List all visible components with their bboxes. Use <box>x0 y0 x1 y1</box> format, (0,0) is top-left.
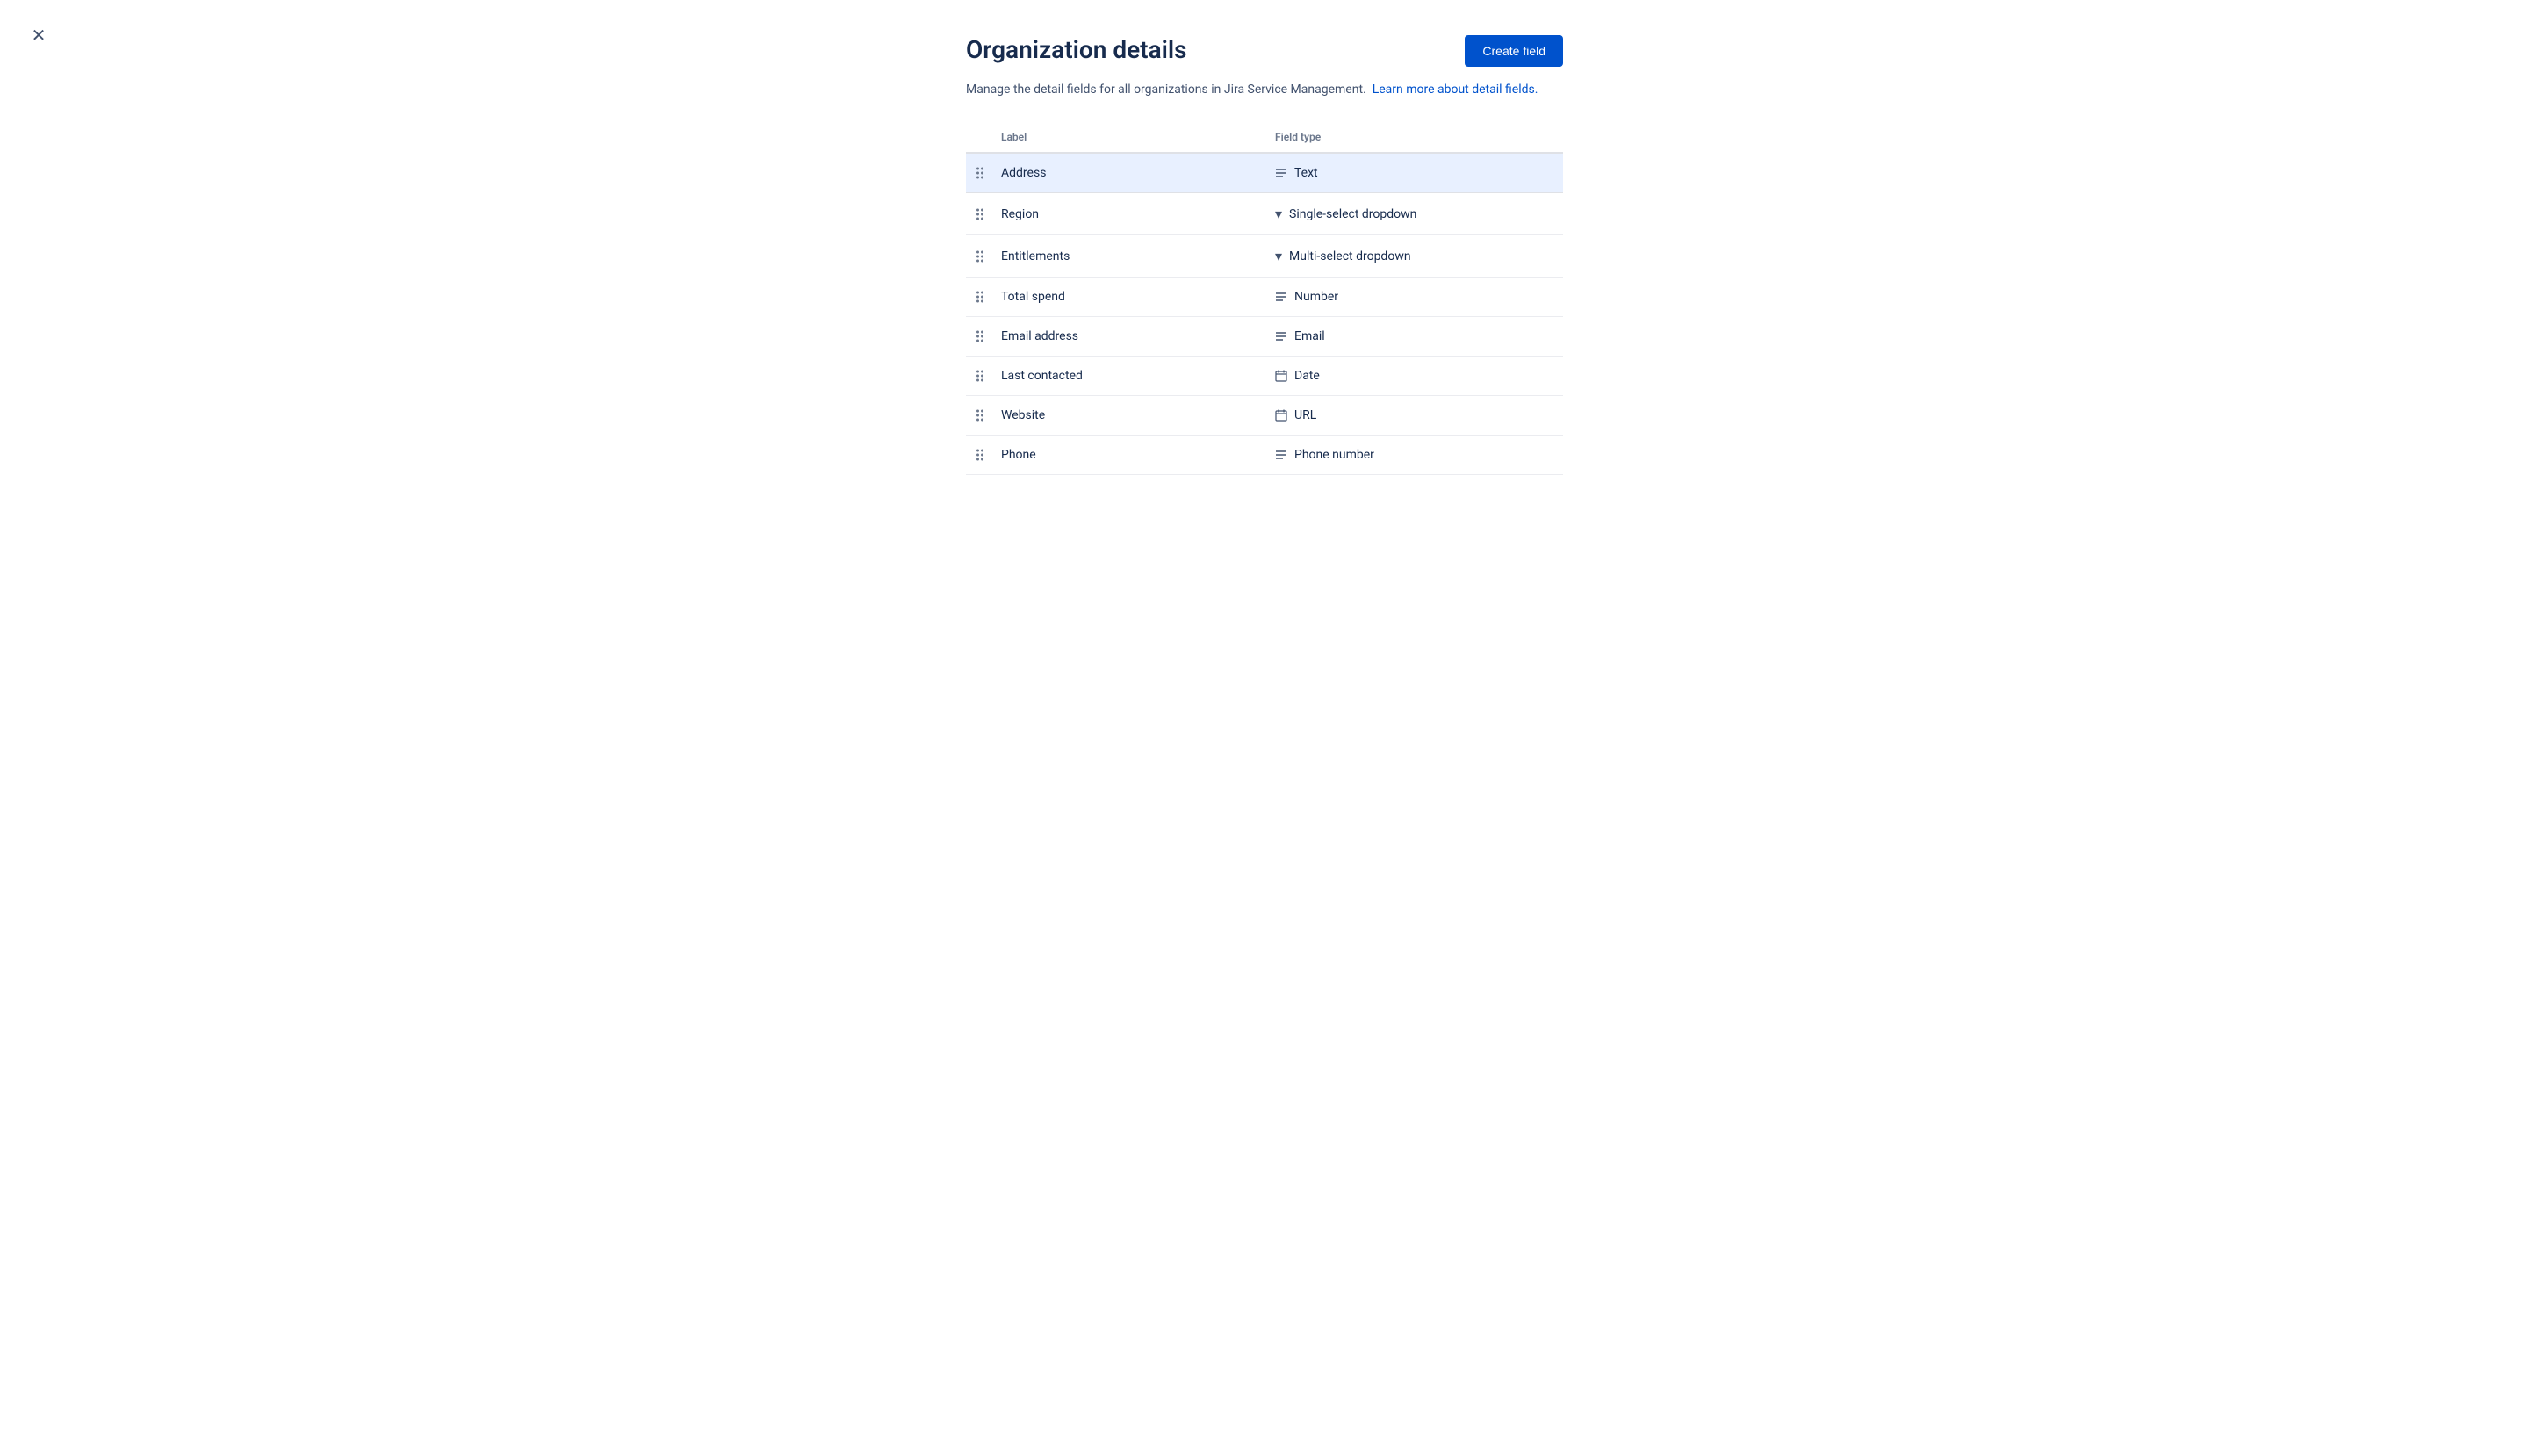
table-row[interactable]: Entitlements▾ Multi-select dropdown <box>966 235 1563 278</box>
page-container: Organization details Create field Manage… <box>913 0 1616 510</box>
date-icon <box>1275 370 1287 382</box>
field-type-label: Date <box>1294 369 1320 383</box>
drag-handle-icon[interactable] <box>976 410 984 422</box>
field-type-label: URL <box>1294 408 1316 422</box>
drag-handle-icon[interactable] <box>976 208 984 220</box>
row-label: Region <box>1001 207 1275 221</box>
row-label: Address <box>1001 166 1275 180</box>
create-field-button[interactable]: Create field <box>1465 35 1563 67</box>
row-label: Total spend <box>1001 290 1275 304</box>
field-type-label: Number <box>1294 290 1338 304</box>
field-type-label: Email <box>1294 329 1325 343</box>
row-field-type: ▾ Multi-select dropdown <box>1275 248 1549 264</box>
drag-handle-icon[interactable] <box>976 371 984 382</box>
table-row[interactable]: Last contacted Date <box>966 357 1563 396</box>
row-field-type: Email <box>1275 329 1549 343</box>
row-field-type: Number <box>1275 290 1549 304</box>
dropdown-icon: ▾ <box>1275 248 1282 264</box>
number-icon <box>1275 291 1287 303</box>
table-row[interactable]: Phone Phone number <box>966 436 1563 475</box>
url-icon <box>1275 409 1287 422</box>
row-label: Email address <box>1001 329 1275 343</box>
table-row[interactable]: Website URL <box>966 396 1563 436</box>
table-row[interactable]: Region▾ Single-select dropdown <box>966 193 1563 235</box>
table-row[interactable]: Address Text <box>966 154 1563 193</box>
column-header-field-type: Field type <box>1275 131 1549 143</box>
row-field-type: Date <box>1275 369 1549 383</box>
fields-table: Label Field type Address Text Region▾Sin… <box>966 131 1563 475</box>
row-field-type: Text <box>1275 166 1549 180</box>
learn-more-link[interactable]: Learn more about detail fields. <box>1373 83 1538 97</box>
row-field-type: ▾ Single-select dropdown <box>1275 205 1549 222</box>
field-type-label: Phone number <box>1294 448 1374 462</box>
table-header: Label Field type <box>966 131 1563 154</box>
phone-icon <box>1275 449 1287 461</box>
text-icon <box>1275 167 1287 179</box>
field-type-label: Single-select dropdown <box>1289 207 1416 221</box>
description-text: Manage the detail fields for all organiz… <box>966 81 1563 99</box>
close-button[interactable]: ✕ <box>25 21 53 49</box>
email-icon <box>1275 330 1287 342</box>
dropdown-icon: ▾ <box>1275 205 1282 222</box>
row-field-type: URL <box>1275 408 1549 422</box>
field-type-label: Text <box>1294 166 1318 180</box>
row-label: Website <box>1001 408 1275 422</box>
row-label: Last contacted <box>1001 369 1275 383</box>
drag-handle-icon[interactable] <box>976 450 984 461</box>
field-type-label: Multi-select dropdown <box>1289 249 1411 263</box>
column-header-label: Label <box>1001 131 1275 143</box>
table-row[interactable]: Email address Email <box>966 317 1563 357</box>
drag-handle-icon[interactable] <box>976 292 984 303</box>
drag-handle-icon[interactable] <box>976 168 984 179</box>
table-row[interactable]: Total spend Number <box>966 278 1563 317</box>
row-field-type: Phone number <box>1275 448 1549 462</box>
page-header: Organization details Create field <box>966 35 1563 67</box>
row-label: Entitlements <box>1001 249 1275 263</box>
drag-handle-icon[interactable] <box>976 331 984 342</box>
page-title: Organization details <box>966 35 1187 64</box>
row-label: Phone <box>1001 448 1275 462</box>
table-rows: Address Text Region▾Single-select dropdo… <box>966 154 1563 475</box>
drag-handle-icon[interactable] <box>976 250 984 262</box>
